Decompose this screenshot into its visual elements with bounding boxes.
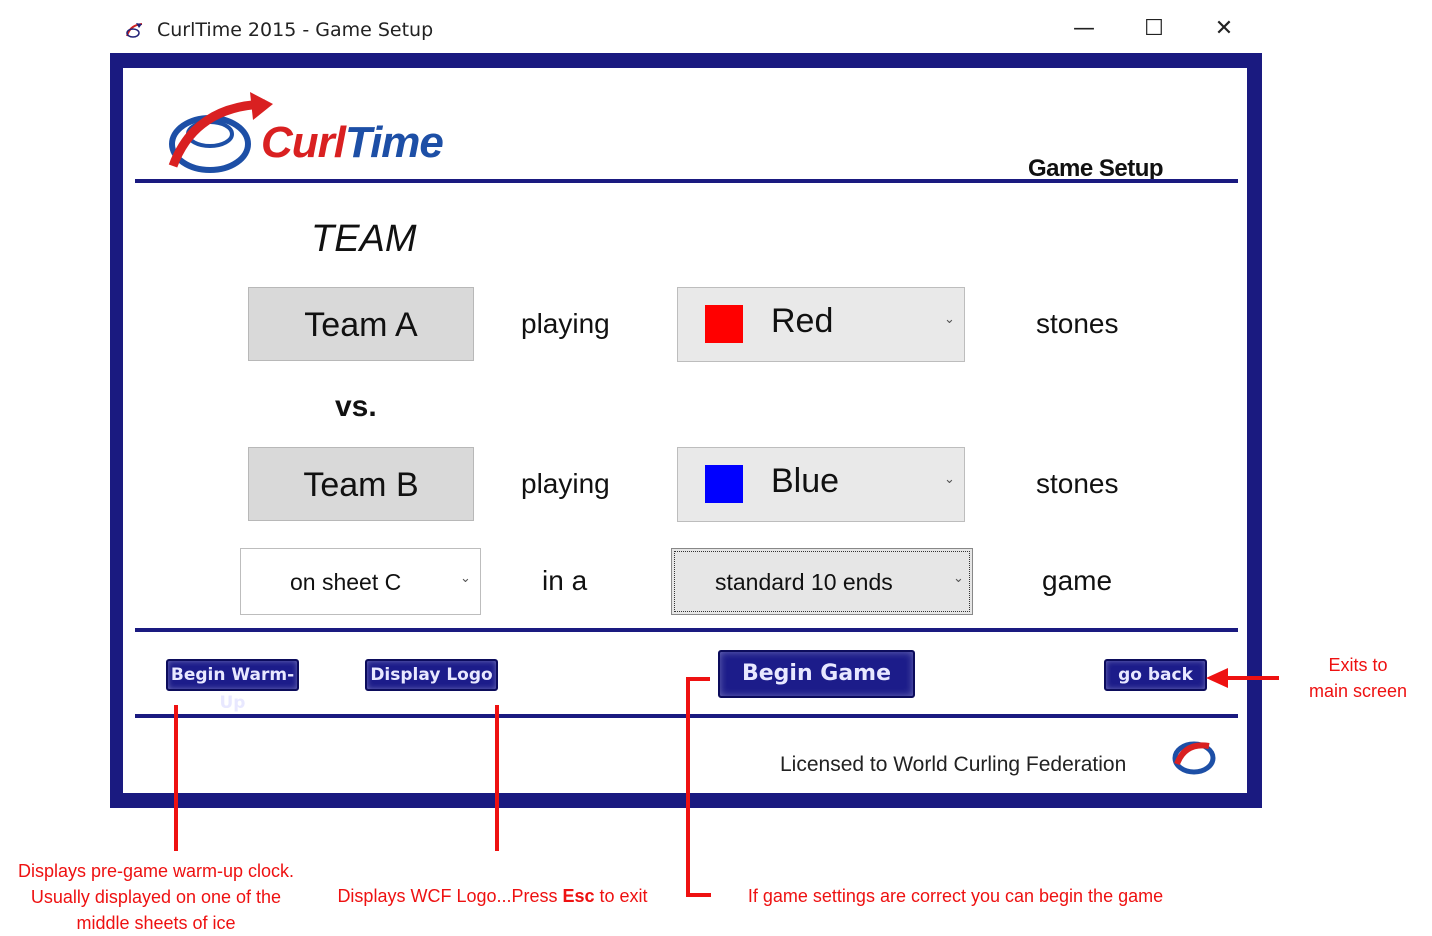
begin-annotation: If game settings are correct you can beg… (747, 886, 1164, 906)
license-text: Licensed to World Curling Federation (780, 753, 1127, 776)
begin-annotation-top-tick (686, 677, 710, 681)
exit-annotation: Exits to main screen (1308, 655, 1408, 701)
setup-panel: CurlTime Game Setup TEAM Team A playing … (123, 68, 1247, 793)
red-swatch (705, 305, 743, 343)
window-title: CurlTime 2015 - Game Setup (157, 19, 434, 41)
close-button[interactable]: ✕ (1194, 8, 1254, 50)
team-b-color-select[interactable]: Blue ⌄ (677, 447, 965, 522)
sheet-select[interactable]: on sheet C ⌄ (240, 548, 481, 615)
logo-annotation: Displays WCF Logo...Press Esc to exit (337, 886, 648, 906)
chevron-down-icon: ⌄ (944, 472, 955, 487)
begin-annotation-line (686, 677, 690, 897)
chevron-down-icon: ⌄ (953, 571, 964, 586)
blue-swatch (705, 465, 743, 503)
wcf-logo-icon (1172, 741, 1216, 775)
stones-label-b: stones (1036, 468, 1119, 499)
in-a-label: in a (542, 565, 588, 596)
sheet-select-value: on sheet C (290, 569, 402, 595)
display-logo-button[interactable]: Display Logo (365, 659, 498, 691)
maximize-icon: ☐ (1144, 16, 1164, 41)
setup-divider (135, 628, 1238, 632)
team-a-name-field[interactable]: Team A (248, 287, 474, 361)
begin-game-button[interactable]: Begin Game (718, 650, 915, 698)
chevron-down-icon: ⌄ (460, 571, 471, 586)
close-icon: ✕ (1214, 16, 1234, 41)
maximize-button[interactable]: ☐ (1124, 8, 1184, 50)
ends-select[interactable]: standard 10 ends ⌄ (671, 548, 973, 615)
team-heading: TEAM (311, 218, 417, 260)
ends-select-value: standard 10 ends (715, 569, 893, 595)
minimize-icon: — (1073, 16, 1095, 41)
stones-label-a: stones (1036, 308, 1119, 339)
vs-label: vs. (335, 390, 377, 423)
team-a-color-select[interactable]: Red ⌄ (677, 287, 965, 362)
warmup-annotation: Displays pre-game warm-up clock. Usually… (17, 861, 295, 933)
team-b-color-label: Blue (771, 462, 840, 500)
playing-label-b: playing (521, 468, 610, 499)
header-divider (135, 179, 1238, 183)
game-label: game (1042, 565, 1113, 596)
minimize-button[interactable]: — (1054, 8, 1114, 50)
team-a-color-label: Red (771, 302, 834, 340)
chevron-down-icon: ⌄ (944, 312, 955, 327)
playing-label-a: playing (521, 308, 610, 339)
exit-annotation-line (1224, 676, 1279, 680)
logo-annotation-line (495, 705, 499, 851)
curltime-logo-icon (168, 92, 273, 173)
curltime-logo-text: CurlTime (261, 118, 444, 167)
go-back-button[interactable]: go back (1104, 659, 1207, 691)
arrow-left-icon (1206, 668, 1228, 688)
begin-annotation-bottom-tick (686, 893, 711, 897)
title-bar: CurlTime 2015 - Game Setup — ☐ ✕ (110, 8, 1262, 53)
begin-warmup-button[interactable]: Begin Warm-Up (166, 659, 299, 713)
team-b-name-field[interactable]: Team B (248, 447, 474, 521)
warmup-annotation-line (174, 705, 178, 851)
curltime-app-icon (126, 23, 143, 38)
